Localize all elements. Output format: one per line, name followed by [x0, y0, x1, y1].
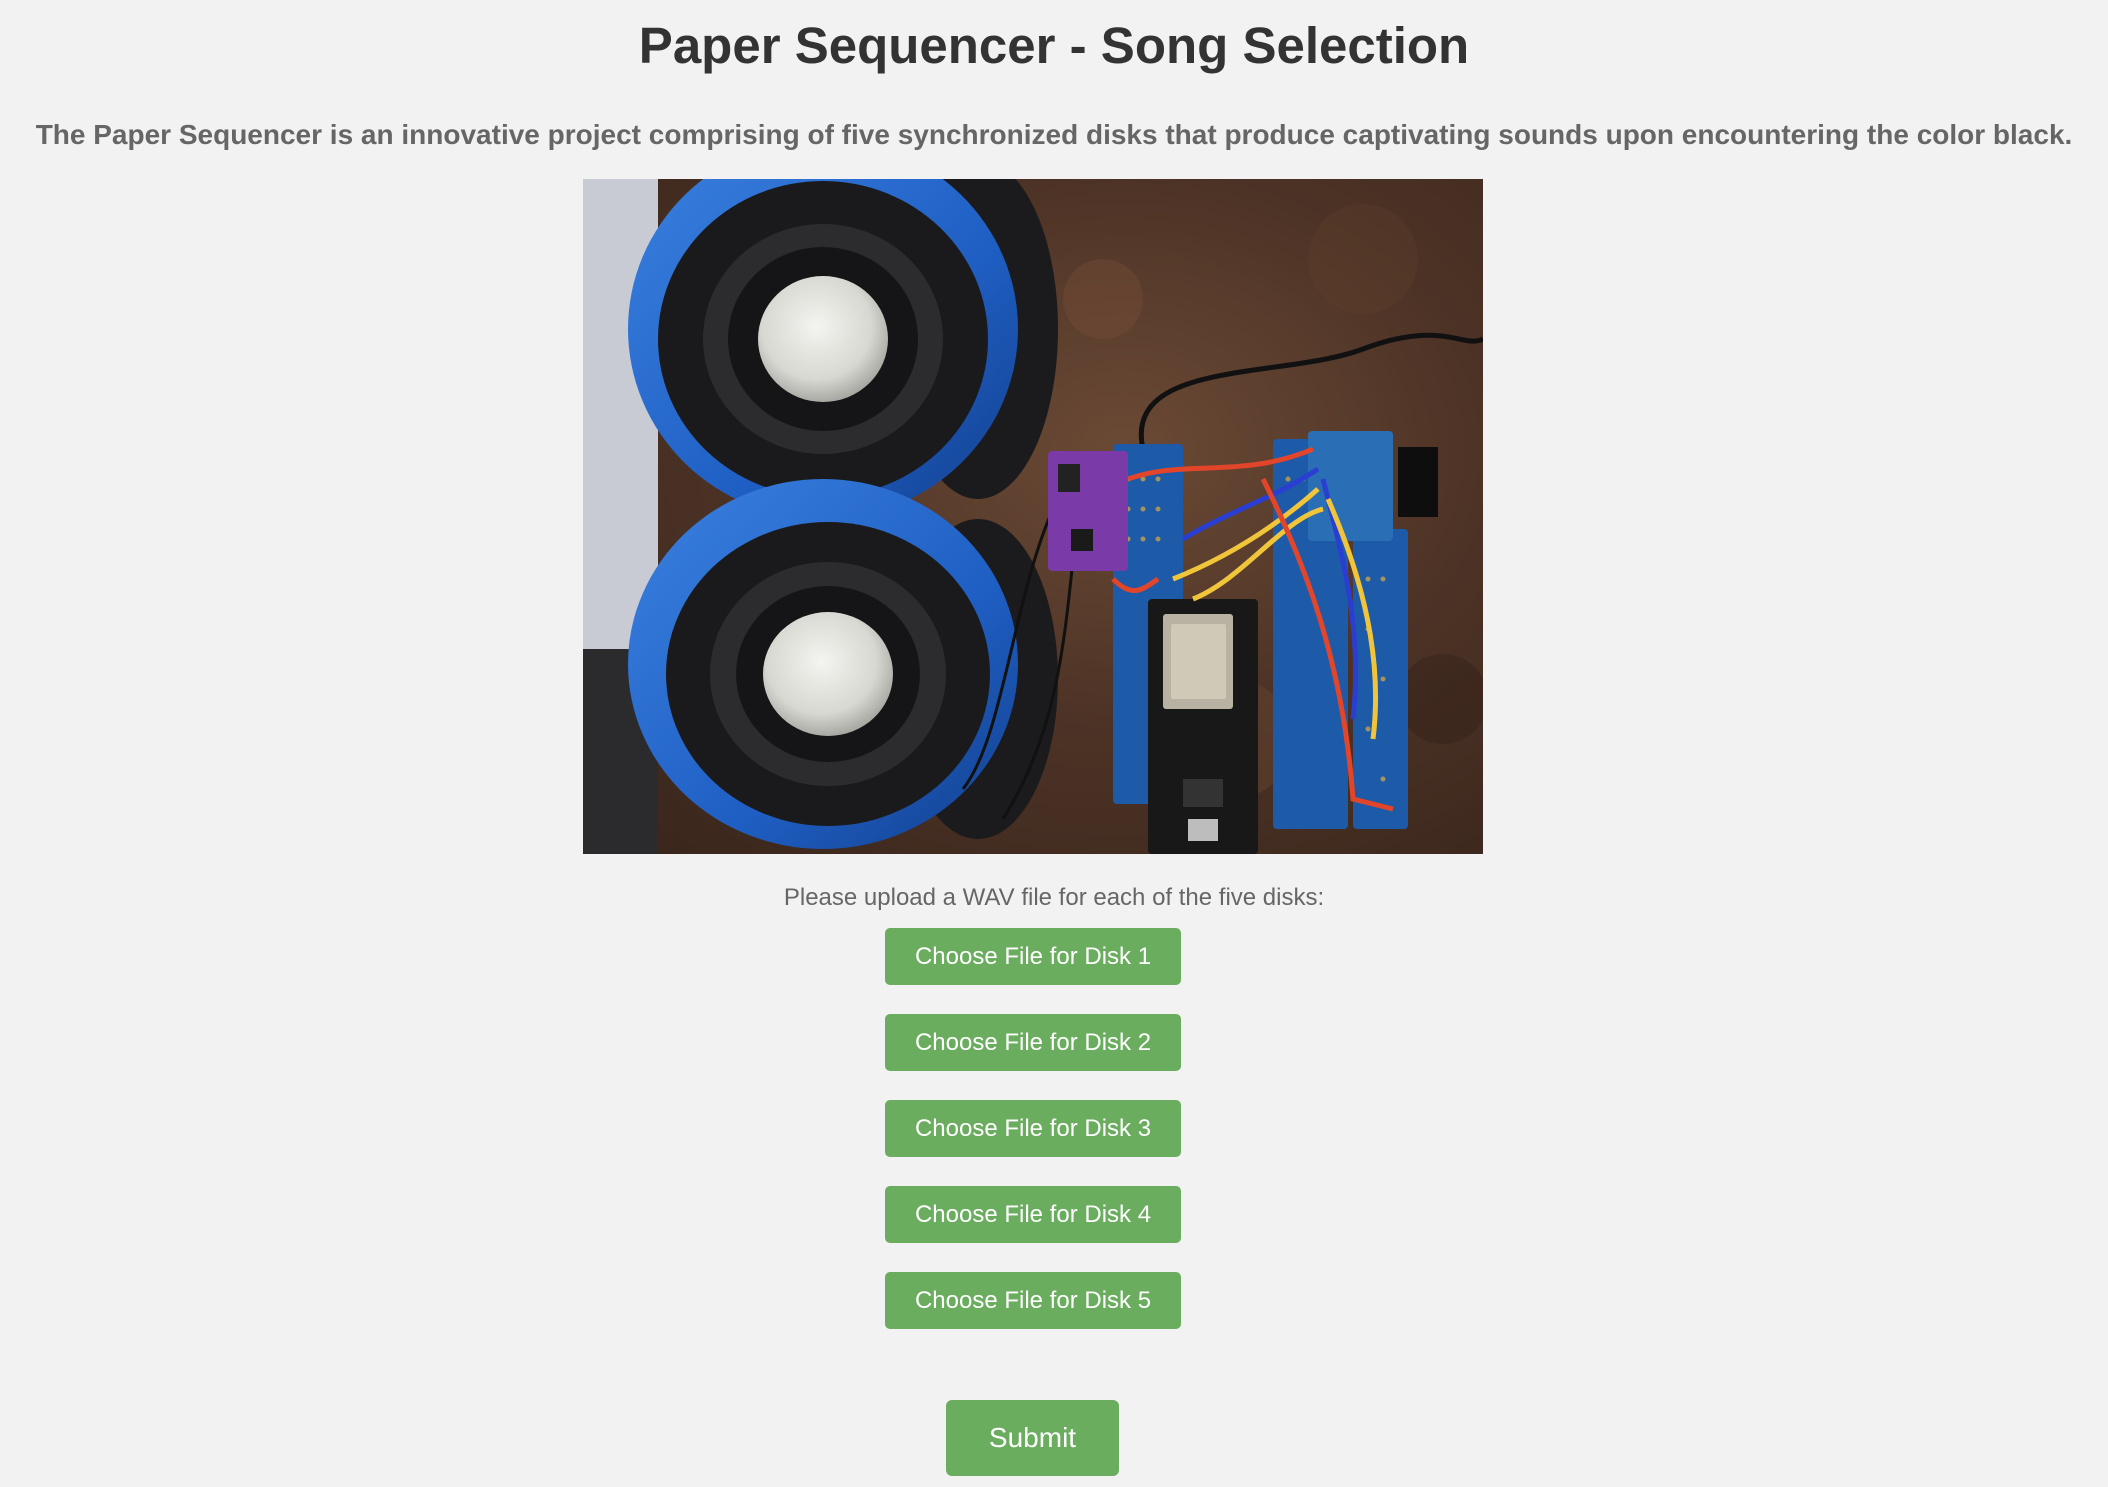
page-title: Paper Sequencer - Song Selection: [638, 17, 1470, 74]
photo-illustration: [583, 179, 1483, 854]
choose-file-disk-4-button[interactable]: Choose File for Disk 4: [885, 1186, 1181, 1243]
choose-file-disk-1-button[interactable]: Choose File for Disk 1: [885, 928, 1181, 985]
project-photo: [583, 179, 1483, 854]
submit-button[interactable]: Submit: [946, 1400, 1119, 1476]
choose-file-disk-3-button[interactable]: Choose File for Disk 3: [885, 1100, 1181, 1157]
choose-file-disk-5-button[interactable]: Choose File for Disk 5: [885, 1272, 1181, 1329]
upload-instructions: Please upload a WAV file for each of the…: [783, 884, 1325, 911]
page: Paper Sequencer - Song Selection The Pap…: [0, 0, 2108, 1487]
choose-file-disk-2-button[interactable]: Choose File for Disk 2: [885, 1014, 1181, 1071]
project-description: The Paper Sequencer is an innovative pro…: [35, 119, 2073, 150]
